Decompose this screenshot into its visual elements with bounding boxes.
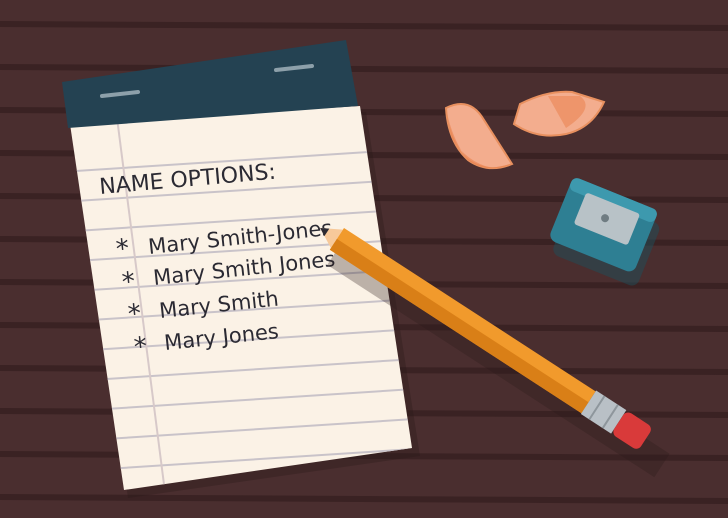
table-groove	[0, 494, 728, 504]
table-groove	[0, 21, 728, 31]
illustration: NAME OPTIONS: * Mary Smith-Jones * Mary …	[0, 0, 728, 518]
table-groove	[0, 64, 728, 74]
scene: NAME OPTIONS: * Mary Smith-Jones * Mary …	[0, 0, 728, 518]
